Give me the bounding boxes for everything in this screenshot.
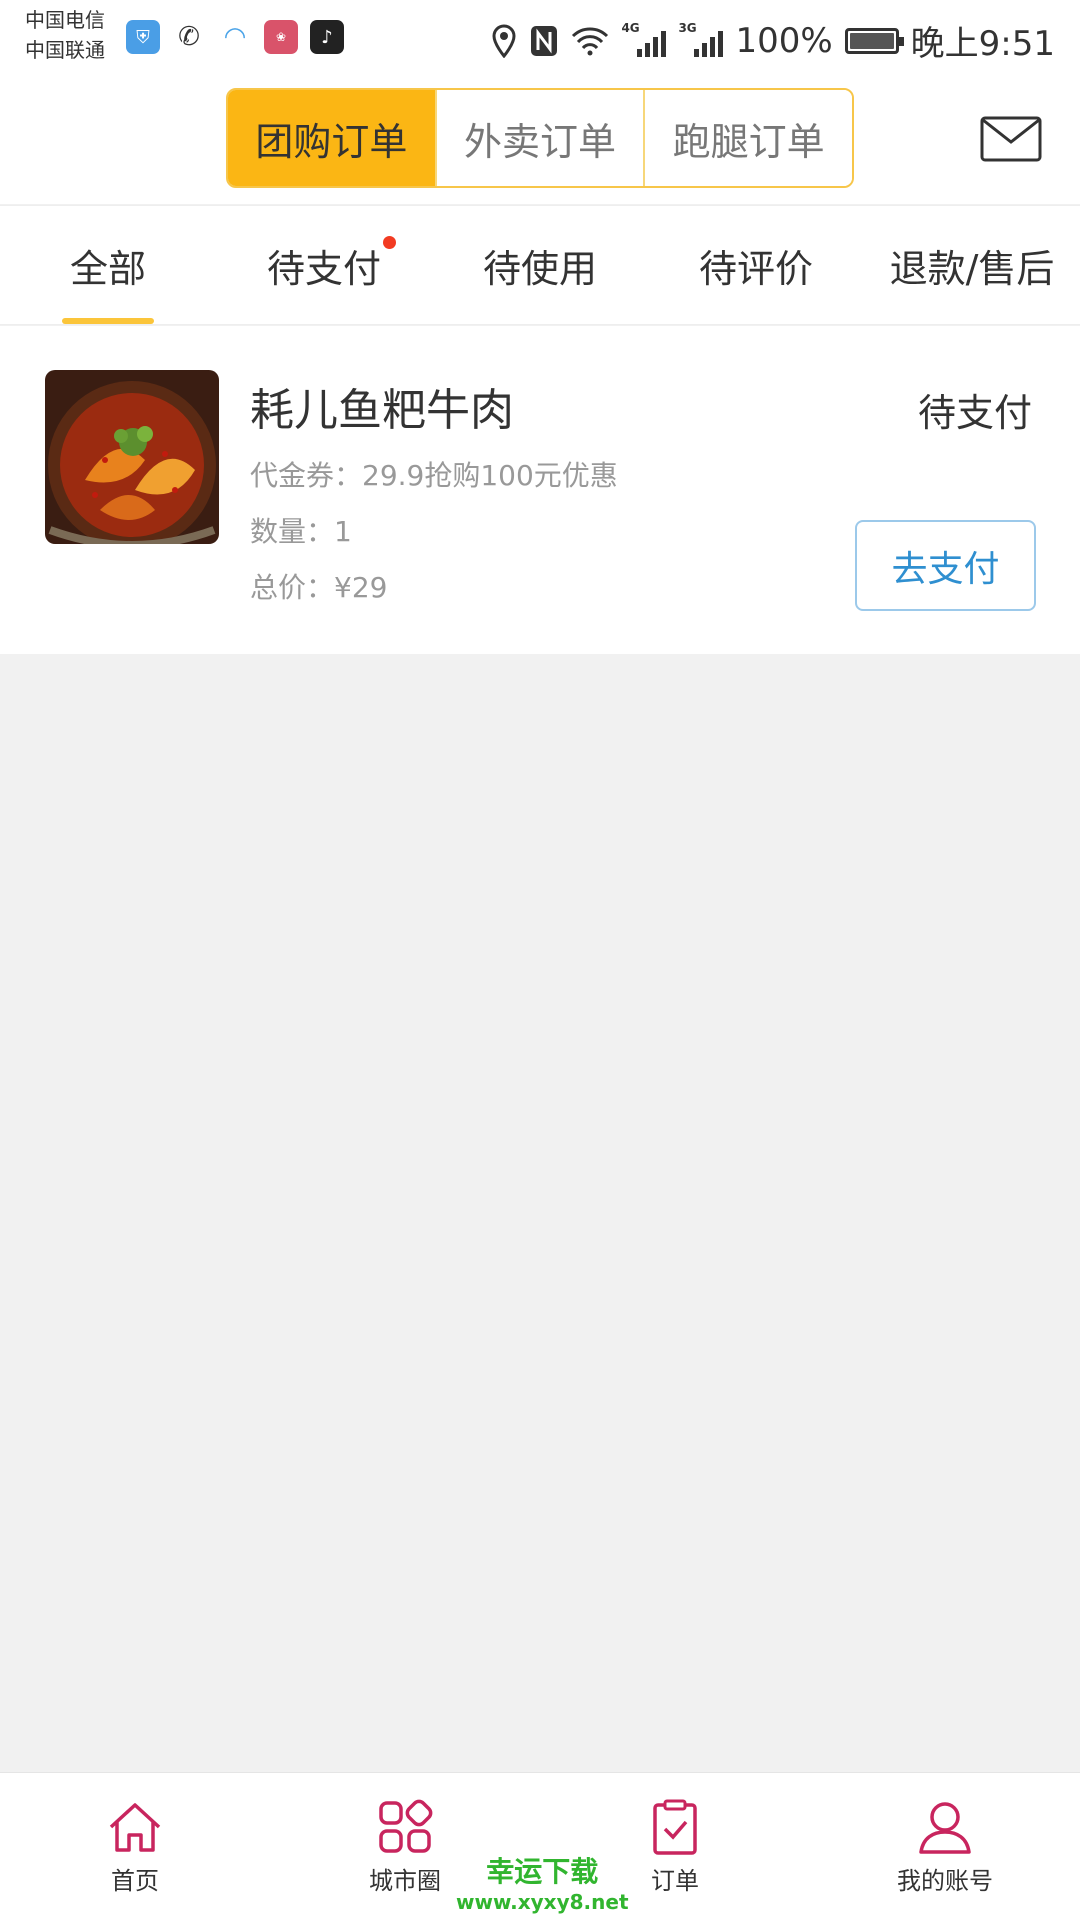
tab-pending-payment[interactable]: 待支付 <box>216 206 432 324</box>
tab-label: 退款/售后 <box>889 246 1055 291</box>
header: 团购订单 外卖订单 跑腿订单 <box>0 82 1080 204</box>
notification-icons: ⛨ ✆ ◠ ❀ ♪ <box>126 20 344 54</box>
watermark-url: www.xyxy8.net <box>456 1890 629 1914</box>
carrier-labels: 中国电信 中国联通 <box>25 5 105 65</box>
signal-1-icon: 4G <box>621 21 667 57</box>
nav-home[interactable]: 首页 <box>0 1773 270 1920</box>
dish-image <box>45 370 219 544</box>
voucher-text: 代金券：29.9抢购100元优惠 <box>250 459 618 492</box>
tab-refund[interactable]: 退款/售后 <box>864 206 1080 324</box>
active-tab-indicator <box>62 318 154 324</box>
watermark-title: 幸运下载 <box>486 1855 599 1888</box>
nav-label: 我的账号 <box>897 1867 993 1895</box>
tiktok-icon: ♪ <box>310 20 344 54</box>
browser-icon: ◠ <box>218 20 252 54</box>
nav-label: 首页 <box>111 1867 159 1895</box>
tab-to-use[interactable]: 待使用 <box>432 206 648 324</box>
segment-errand[interactable]: 跑腿订单 <box>643 90 852 186</box>
tab-all[interactable]: 全部 <box>0 206 216 324</box>
status-bar: 中国电信 中国联通 ⛨ ✆ ◠ ❀ ♪ 4G 3G 100% 晚上9:51 <box>0 0 1080 82</box>
order-status-tabs: 全部 待支付 待使用 待评价 退款/售后 <box>0 205 1080 325</box>
huawei-icon: ❀ <box>264 20 298 54</box>
tab-label: 待支付 <box>266 246 381 291</box>
nav-account[interactable]: 我的账号 <box>810 1773 1080 1920</box>
home-icon <box>109 1803 161 1852</box>
wifi-icon <box>572 26 609 55</box>
tab-to-review[interactable]: 待评价 <box>648 206 864 324</box>
nav-label: 订单 <box>651 1867 699 1895</box>
pay-button[interactable]: 去支付 <box>855 520 1036 611</box>
tab-label: 待使用 <box>482 246 597 291</box>
unread-dot <box>383 236 396 249</box>
carrier-2: 中国联通 <box>25 38 105 62</box>
location-icon <box>492 23 516 58</box>
grid-icon <box>379 1799 433 1853</box>
tab-label: 待评价 <box>698 246 813 291</box>
nfc-icon <box>531 25 558 56</box>
nav-label: 城市圈 <box>369 1867 441 1895</box>
clipboard-check-icon <box>653 1799 697 1855</box>
battery-icon <box>844 27 904 54</box>
network-1-label: 4G <box>621 20 640 35</box>
shield-icon: ⛨ <box>126 20 160 54</box>
network-2-label: 3G <box>678 20 697 35</box>
clock: 晚上9:51 <box>910 24 1055 64</box>
battery-percent: 100% <box>735 20 833 61</box>
wechat-icon: ✆ <box>172 20 206 54</box>
mail-icon[interactable] <box>980 116 1042 162</box>
segment-takeout[interactable]: 外卖订单 <box>434 90 644 186</box>
segment-group-buy[interactable]: 团购订单 <box>228 90 435 186</box>
quantity-text: 数量：1 <box>250 515 352 548</box>
watermark: 幸运下载 www.xyxy8.net <box>456 1850 629 1914</box>
tab-label: 全部 <box>69 246 146 291</box>
carrier-1: 中国电信 <box>25 8 105 32</box>
order-status: 待支付 <box>917 391 1032 435</box>
total-price: 总价：¥29 <box>250 571 388 604</box>
battery-fill <box>849 32 894 49</box>
order-type-switch: 团购订单 外卖订单 跑腿订单 <box>226 88 854 188</box>
order-card[interactable]: 耗儿鱼粑牛肉 待支付 代金券：29.9抢购100元优惠 数量：1 总价：¥29 … <box>0 326 1080 654</box>
user-icon <box>919 1802 971 1854</box>
signal-2-icon: 3G <box>678 21 724 57</box>
order-title: 耗儿鱼粑牛肉 <box>250 385 514 436</box>
